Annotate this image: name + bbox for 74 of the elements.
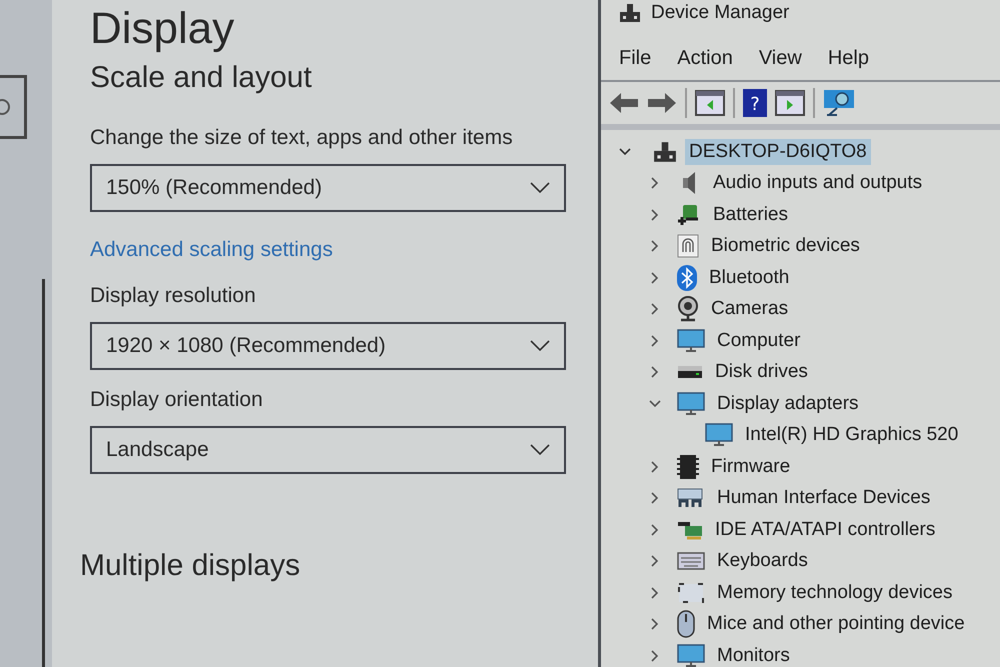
menu-item[interactable]: View [758, 46, 802, 70]
tree-item[interactable]: Monitors [713, 642, 794, 667]
page-title: Display [90, 3, 236, 55]
webcam-icon [677, 296, 699, 322]
sidebar-button[interactable] [0, 75, 27, 139]
tree-item[interactable]: Audio inputs and outputs [709, 170, 926, 196]
chevron-down-icon [530, 444, 550, 456]
chevron-right-icon[interactable] [649, 177, 661, 190]
menu-item[interactable]: Help [828, 46, 869, 70]
window-title: Device Manager [651, 2, 790, 24]
monitor-scan-icon[interactable] [823, 89, 855, 117]
chevron-right-icon[interactable] [649, 366, 661, 378]
tree-item[interactable]: Computer [713, 328, 804, 354]
mouse-icon [677, 610, 695, 638]
menu-item[interactable]: File [619, 46, 652, 70]
tree-item[interactable]: Display adapters [713, 390, 863, 417]
tree-item[interactable]: Mice and other pointing device [703, 611, 969, 638]
chevron-down-icon[interactable] [619, 146, 631, 158]
chevron-right-icon[interactable] [649, 272, 661, 284]
memory-card-icon [677, 582, 705, 604]
scale-dropdown[interactable]: 150% (Recommended) [90, 164, 566, 212]
chevron-right-icon[interactable] [649, 650, 661, 662]
field-label: Display orientation [90, 388, 264, 412]
tree-item[interactable]: Memory technology devices [713, 580, 956, 606]
orientation-dropdown[interactable]: Landscape [90, 426, 566, 474]
advanced-scaling-link[interactable]: Advanced scaling settings [90, 238, 333, 262]
window-panel-icon[interactable] [775, 90, 805, 116]
tree-item[interactable]: Biometric devices [707, 233, 864, 260]
chevron-right-icon[interactable] [649, 555, 661, 568]
window-panel-icon[interactable] [695, 90, 725, 116]
tree-item[interactable]: Batteries [709, 202, 792, 228]
keyboard-icon [677, 552, 705, 570]
bluetooth-icon [677, 264, 697, 291]
monitor-icon [705, 423, 733, 448]
section-heading: Multiple displays [80, 548, 302, 584]
disk-drive-icon [677, 365, 703, 380]
help-icon[interactable]: ? [743, 89, 767, 117]
tree-item[interactable]: DESKTOP-D6IQTO8 [685, 138, 871, 165]
tree-item[interactable]: Disk drives [711, 359, 812, 386]
monitor-icon [677, 328, 705, 353]
chevron-right-icon[interactable] [649, 303, 661, 316]
circuit-card-icon [677, 520, 703, 540]
chevron-right-icon[interactable] [649, 524, 661, 536]
computer-tower-icon [619, 4, 641, 22]
menu-item[interactable]: Action [677, 46, 733, 70]
chevron-down-icon [530, 340, 550, 352]
battery-plug-icon [677, 202, 701, 227]
chevron-right-icon[interactable] [649, 618, 661, 630]
resolution-dropdown[interactable]: 1920 × 1080 (Recommended) [90, 322, 566, 370]
keyboard-mouse-icon [677, 487, 705, 510]
chevron-right-icon[interactable] [649, 240, 661, 252]
forward-arrow-icon[interactable] [647, 91, 677, 115]
back-arrow-icon[interactable] [609, 91, 639, 115]
chevron-down-icon[interactable] [649, 398, 661, 410]
chevron-right-icon[interactable] [649, 334, 661, 347]
chevron-right-icon[interactable] [649, 586, 661, 599]
tree-item[interactable]: Human Interface Devices [713, 485, 934, 512]
fingerprint-icon [677, 234, 699, 258]
field-label: Change the size of text, apps and other items [90, 126, 514, 150]
tree-item[interactable]: Cameras [707, 296, 792, 322]
tree-item[interactable]: Intel(R) HD Graphics 520 [741, 422, 962, 448]
section-heading: Scale and layout [90, 60, 313, 96]
chevron-right-icon[interactable] [649, 208, 661, 221]
field-label: Display resolution [90, 284, 257, 308]
tree-item[interactable]: IDE ATA/ATAPI controllers [711, 516, 940, 543]
chevron-right-icon[interactable] [649, 492, 661, 504]
chevron-down-icon [530, 182, 550, 194]
tree-item[interactable]: Firmware [707, 454, 794, 480]
computer-tower-icon [653, 140, 677, 163]
monitor-icon [677, 392, 705, 416]
chip-icon [677, 454, 699, 480]
tree-item[interactable]: Bluetooth [705, 264, 794, 291]
chevron-right-icon[interactable] [649, 460, 661, 473]
tree-item[interactable]: Keyboards [713, 548, 812, 574]
